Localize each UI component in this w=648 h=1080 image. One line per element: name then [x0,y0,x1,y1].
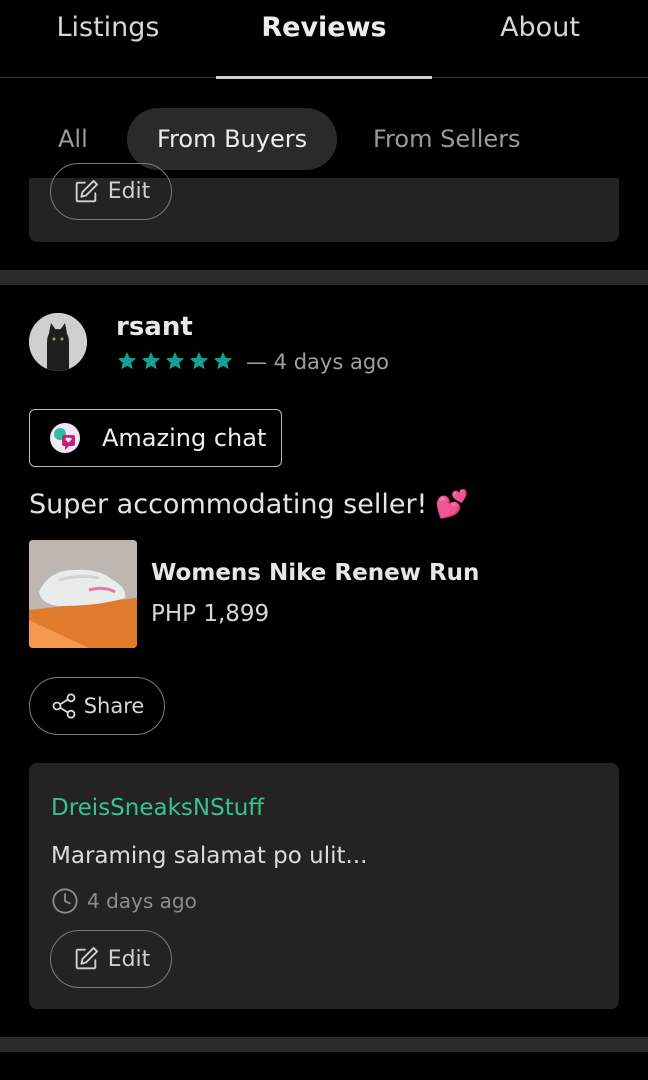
product-thumbnail[interactable] [29,540,137,648]
share-icon [52,693,76,719]
clock-icon [52,888,78,914]
star-icon [165,351,185,370]
cat-avatar-image [29,313,87,371]
reply-author[interactable]: DreisSneaksNStuff [51,795,264,821]
share-button[interactable]: Share [29,677,165,735]
filter-from-sellers-label: From Sellers [373,125,521,153]
star-icon [189,351,209,370]
edit-reply-button-label: Edit [107,946,151,972]
section-divider [0,270,648,285]
reply-time: 4 days ago [87,889,197,913]
edit-reply-button[interactable]: Edit [50,930,172,988]
share-button-label: Share [83,694,145,718]
star-rating [116,350,234,372]
filter-all[interactable]: All [28,108,118,170]
tab-reviews-label: Reviews [261,12,387,43]
filter-from-sellers[interactable]: From Sellers [343,108,551,170]
section-divider [0,1037,648,1052]
tab-listings-label: Listings [56,12,160,43]
tab-listings[interactable]: Listings [0,0,216,78]
edit-icon [75,179,98,202]
sneaker-image [29,540,137,648]
top-tab-bar: Listings Reviews About [0,0,648,79]
star-icon [141,351,161,370]
edit-button[interactable]: Edit [50,163,172,220]
star-icon [213,351,233,370]
filter-all-label: All [58,125,88,153]
tab-reviews[interactable]: Reviews [216,0,432,79]
filter-from-buyers-label: From Buyers [157,125,308,153]
chat-badge-icon [50,423,80,453]
review-time: — 4 days ago [246,350,390,374]
avatar[interactable] [29,313,87,371]
edit-button-label: Edit [107,179,151,204]
previous-reply-card: Edit [29,163,619,242]
review-badge-label: Amazing chat [102,424,267,452]
reviewer-name[interactable]: rsant [116,312,193,342]
seller-reply-card: DreisSneaksNStuff Maraming salamat po ul… [29,763,619,1009]
tab-about[interactable]: About [432,0,648,78]
review-text: Super accommodating seller! [29,488,428,520]
product-name[interactable]: Womens Nike Renew Run [151,560,479,586]
reply-time-row: 4 days ago [51,887,197,915]
edit-icon [75,946,98,970]
reply-text: Maraming salamat po ulit... [51,843,368,869]
review-badge: Amazing chat [29,409,282,467]
star-icon [117,351,137,370]
product-price: PHP 1,899 [151,601,270,627]
review-text-row: Super accommodating seller! 💕 [29,488,470,521]
tab-about-label: About [500,12,580,43]
filter-from-buyers[interactable]: From Buyers [127,108,338,170]
hearts-emoji: 💕 [435,489,470,520]
